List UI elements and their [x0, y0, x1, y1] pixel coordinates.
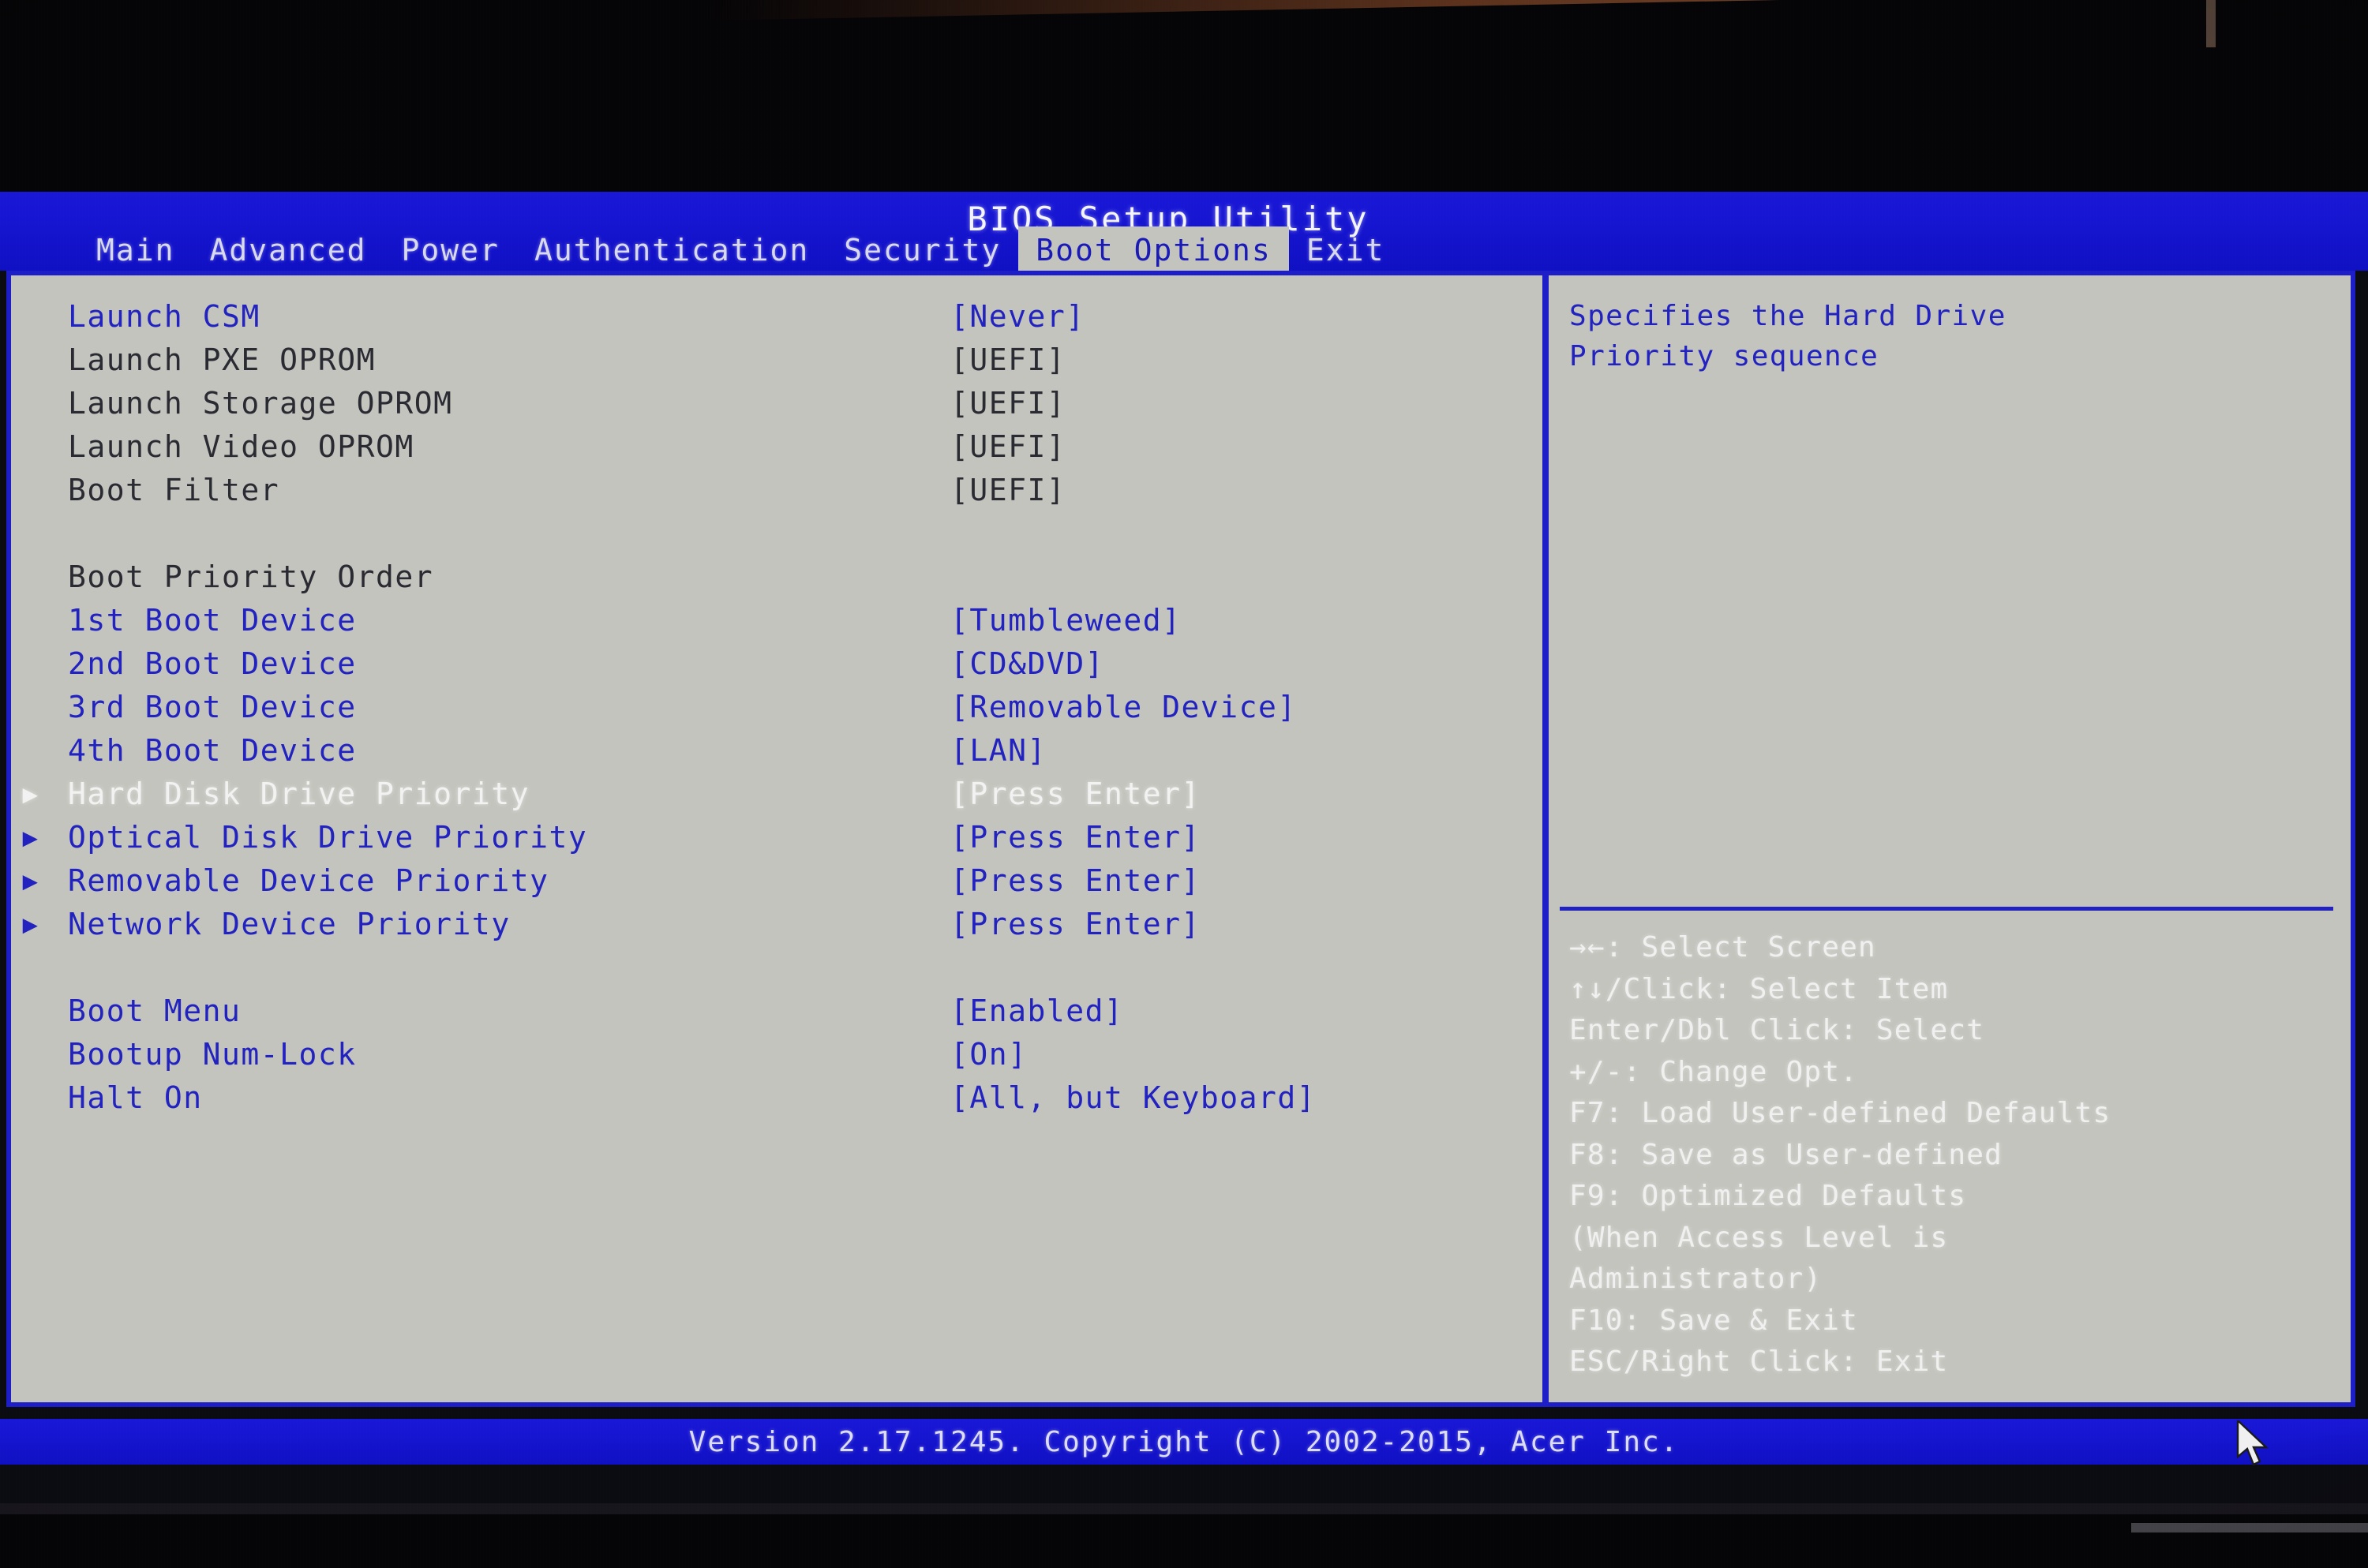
legend-line: F9: Optimized Defaults	[1569, 1180, 1967, 1213]
setting-row-halt-on[interactable]: Halt On [All, but Keyboard]	[11, 1076, 1542, 1119]
setting-label: Boot Menu	[68, 993, 242, 1028]
tab-advanced[interactable]: Advanced	[193, 230, 384, 272]
legend-line: Enter/Dbl Click: Select	[1569, 1014, 1985, 1047]
setting-label: Bootup Num-Lock	[68, 1036, 357, 1072]
setting-label: 4th Boot Device	[68, 732, 357, 768]
setting-row-network-device-priority[interactable]: ▶ Network Device Priority [Press Enter]	[11, 902, 1542, 945]
legend-line: ↑↓/Click: Select Item	[1569, 972, 1949, 1005]
setting-value[interactable]: [UEFI]	[950, 386, 1542, 421]
setting-value[interactable]: [Press Enter]	[950, 863, 1542, 898]
setting-value[interactable]: [On]	[950, 1037, 1542, 1072]
help-line: Priority sequence	[1569, 340, 1879, 373]
submenu-arrow-icon: ▶	[22, 821, 39, 852]
setting-row-boot-menu[interactable]: Boot Menu [Enabled]	[11, 989, 1542, 1032]
setting-label: Launch PXE OPROM	[68, 342, 377, 377]
tab-authentication[interactable]: Authentication	[517, 230, 826, 272]
setting-row-2nd-boot-device[interactable]: 2nd Boot Device [CD&DVD]	[11, 642, 1542, 685]
help-description: Specifies the Hard Drive Priority sequenc…	[1569, 296, 2351, 376]
setting-row-hard-disk-drive-priority[interactable]: ▶ Hard Disk Drive Priority [Press Enter]	[11, 772, 1542, 815]
help-separator	[1560, 907, 2333, 911]
bezel-bottom-edge	[0, 1503, 2368, 1514]
setting-value[interactable]: [Never]	[950, 299, 1542, 334]
setting-row-launch-pxe-oprom[interactable]: Launch PXE OPROM [UEFI]	[11, 338, 1542, 381]
setting-value[interactable]: [Enabled]	[950, 994, 1542, 1028]
legend-line: Administrator)	[1569, 1263, 1823, 1296]
bezel-top-edge	[710, 0, 2368, 21]
setting-label: 3rd Boot Device	[68, 689, 357, 724]
legend-line: F7: Load User-defined Defaults	[1569, 1097, 2111, 1130]
setting-value[interactable]: [CD&DVD]	[950, 646, 1542, 681]
setting-label: Optical Disk Drive Priority	[68, 819, 588, 855]
setting-row-bootup-num-lock[interactable]: Bootup Num-Lock [On]	[11, 1032, 1542, 1076]
row-spacer	[11, 511, 1542, 555]
help-line: Specifies the Hard Drive	[1569, 300, 2006, 332]
setting-row-boot-filter[interactable]: Boot Filter [UEFI]	[11, 468, 1542, 511]
setting-label: 2nd Boot Device	[68, 646, 357, 681]
help-panel: Specifies the Hard Drive Priority sequenc…	[1549, 275, 2351, 1402]
content-frame: Launch CSM [Never] Launch PXE OPROM [UEFI] L…	[6, 271, 2355, 1407]
submenu-arrow-icon: ▶	[22, 865, 39, 896]
setting-label: Launch Video OPROM	[68, 428, 414, 464]
setting-label: 1st Boot Device	[68, 602, 357, 638]
settings-panel: Launch CSM [Never] Launch PXE OPROM [UEFI] L…	[11, 275, 1542, 1402]
setting-label: Removable Device Priority	[68, 863, 549, 898]
setting-value[interactable]: [Tumbleweed]	[950, 603, 1542, 638]
setting-label: Boot Filter	[68, 472, 280, 507]
tab-power[interactable]: Power	[384, 230, 517, 272]
setting-value[interactable]: [Press Enter]	[950, 907, 1542, 941]
setting-value[interactable]: [Press Enter]	[950, 820, 1542, 855]
setting-value[interactable]: [Press Enter]	[950, 777, 1542, 811]
submenu-arrow-icon: ▶	[22, 778, 39, 809]
setting-row-1st-boot-device[interactable]: 1st Boot Device [Tumbleweed]	[11, 598, 1542, 642]
setting-row-launch-video-oprom[interactable]: Launch Video OPROM [UEFI]	[11, 425, 1542, 468]
bios-screen: BIOS Setup Utility Main Advanced Power Auth…	[0, 192, 2368, 1503]
setting-row-boot-priority-order: Boot Priority Order	[11, 555, 1542, 598]
legend-line: +/-: Change Opt.	[1569, 1055, 1858, 1088]
setting-value[interactable]: [Removable Device]	[950, 690, 1542, 724]
tab-security[interactable]: Security	[826, 230, 1018, 272]
setting-label: Boot Priority Order	[68, 559, 434, 594]
setting-row-removable-device-priority[interactable]: ▶ Removable Device Priority [Press Enter]	[11, 859, 1542, 902]
legend-line: F10: Save & Exit	[1569, 1304, 1858, 1337]
setting-label: Network Device Priority	[68, 906, 511, 941]
legend-line: (When Access Level is	[1569, 1221, 1949, 1254]
setting-label: Hard Disk Drive Priority	[68, 776, 530, 811]
setting-value[interactable]: [UEFI]	[950, 429, 1542, 464]
setting-label: Halt On	[68, 1080, 203, 1115]
submenu-arrow-icon: ▶	[22, 908, 39, 939]
setting-row-3rd-boot-device[interactable]: 3rd Boot Device [Removable Device]	[11, 685, 1542, 728]
panel-divider	[1542, 275, 1549, 1402]
setting-row-launch-csm[interactable]: Launch CSM [Never]	[11, 294, 1542, 338]
photograph-of-screen: BIOS Setup Utility Main Advanced Power Auth…	[0, 0, 2368, 1568]
row-spacer	[11, 945, 1542, 989]
version-copyright: Version 2.17.1245. Copyright (C) 2002-20…	[688, 1425, 1680, 1458]
setting-row-launch-storage-oprom[interactable]: Launch Storage OPROM [UEFI]	[11, 381, 1542, 425]
bezel-notch	[2206, 0, 2216, 47]
footer-bar: Version 2.17.1245. Copyright (C) 2002-20…	[0, 1419, 2368, 1465]
tab-boot-options[interactable]: Boot Options	[1018, 226, 1289, 275]
key-legend: →←: Select Screen ↑↓/Click: Select Item En…	[1569, 927, 2368, 1383]
setting-label: Launch CSM	[68, 298, 260, 334]
legend-line: ESC/Right Click: Exit	[1569, 1345, 1949, 1379]
setting-row-optical-disk-drive-priority[interactable]: ▶ Optical Disk Drive Priority [Press Enter…	[11, 815, 1542, 859]
bezel-reflection-lower	[2131, 1523, 2368, 1532]
setting-value[interactable]: [All, but Keyboard]	[950, 1080, 1542, 1115]
setting-value[interactable]: [UEFI]	[950, 342, 1542, 377]
tab-main[interactable]: Main	[79, 230, 193, 272]
tab-exit[interactable]: Exit	[1289, 230, 1403, 272]
setting-label: Launch Storage OPROM	[68, 385, 453, 421]
setting-row-4th-boot-device[interactable]: 4th Boot Device [LAN]	[11, 728, 1542, 772]
legend-line: F8: Save as User-defined	[1569, 1138, 2003, 1171]
menu-bar: Main Advanced Power Authentication Security B…	[0, 226, 2368, 275]
setting-value[interactable]: [LAN]	[950, 733, 1542, 768]
title-bar: BIOS Setup Utility Main Advanced Power Auth…	[0, 192, 2368, 275]
setting-value[interactable]: [UEFI]	[950, 473, 1542, 507]
legend-line: →←: Select Screen	[1569, 931, 1876, 964]
